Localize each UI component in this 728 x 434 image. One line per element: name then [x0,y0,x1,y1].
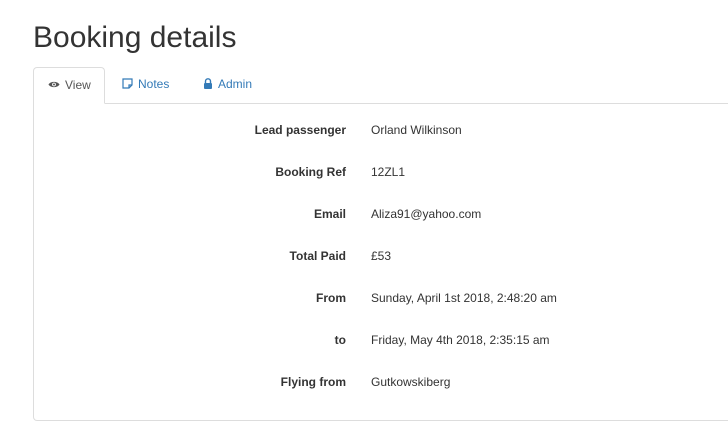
booking-details-panel: Lead passenger Orland Wilkinson Booking … [33,103,728,421]
tab-bar: View Notes Admin [33,67,728,104]
detail-label: Flying from [280,375,346,389]
detail-label: Booking Ref [275,165,346,179]
eye-icon [48,82,60,88]
tab-view[interactable]: View [33,67,105,104]
detail-row-flying-from: Flying from Gutkowskiberg [34,372,728,392]
detail-label: Total Paid [289,249,346,263]
detail-value: 12ZL1 [371,165,406,179]
detail-value: £53 [371,249,392,263]
detail-value: Aliza91@yahoo.com [371,207,482,221]
detail-label: From [316,291,346,305]
detail-value: Orland Wilkinson [371,123,462,137]
detail-label: Lead passenger [254,123,346,137]
tab-notes-label: Notes [138,77,170,91]
lock-icon [204,78,212,90]
tab-notes[interactable]: Notes [122,67,169,103]
detail-row-to: to Friday, May 4th 2018, 2:35:15 am [34,330,728,350]
tab-admin-label: Admin [218,77,253,91]
detail-row-booking-ref: Booking Ref 12ZL1 [34,162,728,182]
tab-view-label: View [65,78,91,92]
detail-label: to [334,333,346,347]
detail-value: Friday, May 4th 2018, 2:35:15 am [371,333,550,347]
note-icon [122,78,133,89]
page-title: Booking details [33,21,237,54]
tab-admin[interactable]: Admin [203,67,252,103]
detail-value: Gutkowskiberg [371,375,451,389]
detail-row-from: From Sunday, April 1st 2018, 2:48:20 am [34,288,728,308]
detail-row-lead-passenger: Lead passenger Orland Wilkinson [34,120,728,140]
detail-label: Email [313,207,346,221]
detail-row-email: Email Aliza91@yahoo.com [34,204,728,224]
detail-row-total-paid: Total Paid £53 [34,246,728,266]
detail-value: Sunday, April 1st 2018, 2:48:20 am [371,291,557,305]
